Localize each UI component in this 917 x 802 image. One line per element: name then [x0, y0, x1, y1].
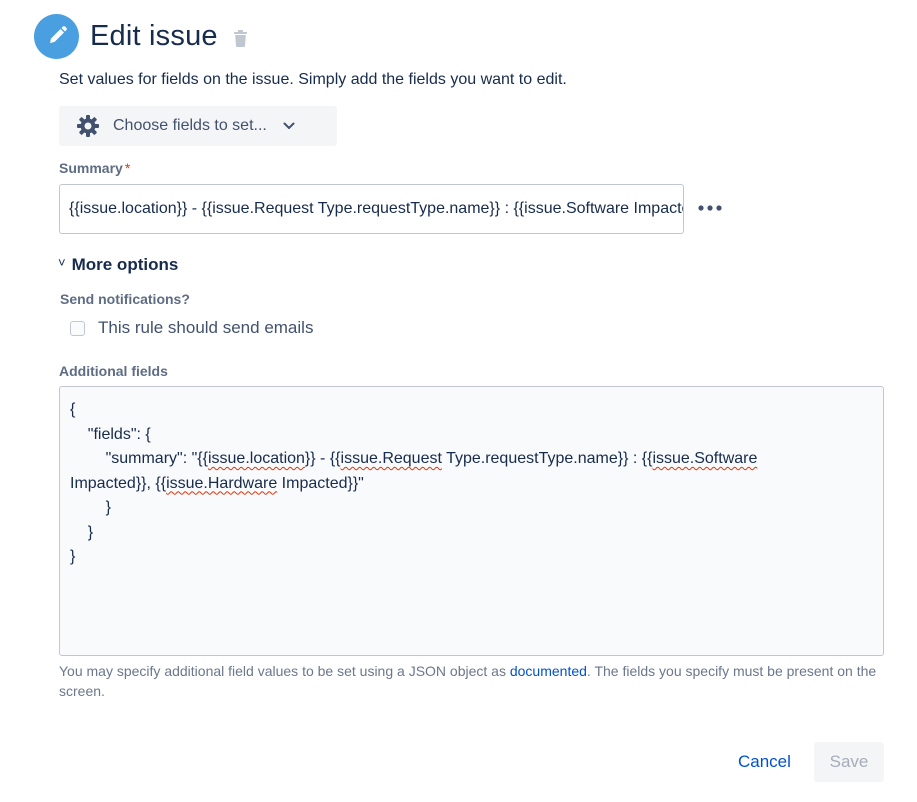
- more-actions-icon[interactable]: [696, 200, 724, 216]
- gear-icon: [76, 114, 100, 138]
- pencil-icon: [34, 13, 79, 59]
- summary-label: Summary *: [59, 160, 131, 176]
- chevron-down-icon: [283, 122, 295, 130]
- send-emails-row: This rule should send emails: [70, 318, 313, 338]
- intro-text: Set values for fields on the issue. Simp…: [59, 71, 567, 88]
- page-title: Edit issue: [90, 19, 218, 52]
- documented-link[interactable]: documented: [510, 663, 587, 679]
- json-line: Impacted}}, {{issue.Hardware Impacted}}": [70, 474, 364, 492]
- summary-input[interactable]: {{issue.location}} - {{issue.Request Typ…: [59, 184, 684, 234]
- cancel-button[interactable]: Cancel: [728, 743, 801, 781]
- spellcheck-word: issue.Request: [340, 450, 442, 467]
- spellcheck-word: issue.location: [207, 450, 305, 467]
- send-emails-label[interactable]: This rule should send emails: [98, 318, 313, 338]
- required-mark: *: [124, 160, 131, 176]
- spellcheck-word: issue.Software: [652, 450, 758, 467]
- save-button[interactable]: Save: [814, 742, 884, 782]
- choose-fields-label: Choose fields to set...: [113, 117, 267, 134]
- json-line: {: [70, 401, 76, 418]
- spellcheck-word: issue.Hardware: [166, 474, 278, 492]
- header: Edit issue: [34, 13, 247, 59]
- additional-fields-textarea[interactable]: { "fields": { "summary": "{{issue.locati…: [59, 386, 884, 656]
- json-line: }: [70, 523, 94, 541]
- chevron-down-icon: ˅: [58, 254, 66, 270]
- more-options-toggle[interactable]: ˅ More options: [58, 255, 178, 275]
- json-line: }: [70, 548, 76, 565]
- json-line: "summary": "{{issue.location}} - {{issue…: [70, 450, 758, 467]
- trash-icon[interactable]: [233, 29, 247, 47]
- send-notifications-label: Send notifications?: [60, 291, 190, 307]
- additional-fields-label: Additional fields: [59, 363, 168, 379]
- more-options-label: More options: [71, 255, 179, 274]
- json-line: "fields": {: [70, 425, 151, 443]
- help-text: You may specify additional field values …: [59, 663, 877, 699]
- send-emails-checkbox[interactable]: [70, 320, 85, 336]
- json-line: }: [70, 499, 111, 516]
- choose-fields-button[interactable]: Choose fields to set...: [59, 106, 337, 146]
